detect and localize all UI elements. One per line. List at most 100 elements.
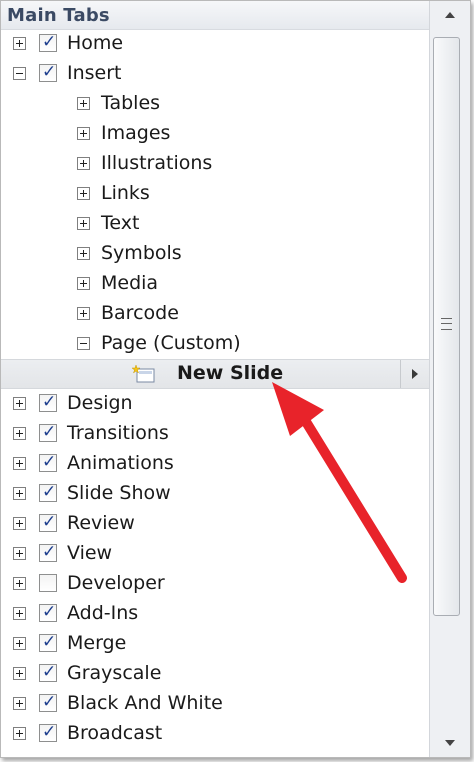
- expand-plus-icon[interactable]: [77, 307, 90, 320]
- checkmark-icon: ✓: [42, 512, 57, 532]
- group-row-media[interactable]: Media: [1, 269, 429, 299]
- expand-plus-icon[interactable]: [77, 217, 90, 230]
- tab-row-add-ins[interactable]: ✓ Add-Ins: [1, 599, 429, 629]
- tab-checkbox[interactable]: ✓: [39, 62, 57, 82]
- group-label: Media: [101, 272, 159, 294]
- ribbon-tree: ✓ Home ✓ Insert Tables Images Illustrations Lin…: [1, 29, 429, 749]
- chevron-right-icon[interactable]: [400, 360, 429, 388]
- group-row-links[interactable]: Links: [1, 179, 429, 209]
- tab-label: Add-Ins: [67, 602, 139, 624]
- scroll-up-arrow-icon[interactable]: [430, 1, 470, 29]
- tab-checkbox[interactable]: [39, 574, 57, 592]
- tab-checkbox[interactable]: ✓: [39, 392, 57, 412]
- tab-row-grayscale[interactable]: ✓ Grayscale: [1, 659, 429, 689]
- tab-checkbox[interactable]: ✓: [39, 692, 57, 712]
- command-label: New Slide: [177, 362, 284, 384]
- scroll-thumb[interactable]: [433, 37, 460, 616]
- collapse-minus-icon[interactable]: [13, 67, 26, 80]
- tab-checkbox[interactable]: ✓: [39, 452, 57, 472]
- scroll-grip-icon: [441, 318, 452, 330]
- tab-checkbox[interactable]: ✓: [39, 662, 57, 682]
- expand-plus-icon[interactable]: [77, 127, 90, 140]
- expand-plus-icon[interactable]: [77, 247, 90, 260]
- group-row-tables[interactable]: Tables: [1, 89, 429, 119]
- group-label: Symbols: [101, 242, 182, 264]
- tab-row-view[interactable]: ✓ View: [1, 539, 429, 569]
- group-row-barcode[interactable]: Barcode: [1, 299, 429, 329]
- tab-label: Broadcast: [67, 722, 163, 744]
- group-label: Illustrations: [101, 152, 213, 174]
- tab-row-insert[interactable]: ✓ Insert: [1, 59, 429, 89]
- checkmark-icon: ✓: [42, 692, 57, 712]
- checkmark-icon: ✓: [42, 62, 57, 82]
- expand-plus-icon[interactable]: [13, 397, 26, 410]
- tab-label: Grayscale: [67, 662, 162, 684]
- tab-label: Design: [67, 392, 133, 414]
- tab-row-slide-show[interactable]: ✓ Slide Show: [1, 479, 429, 509]
- expand-plus-icon[interactable]: [77, 277, 90, 290]
- checkmark-icon: ✓: [42, 542, 57, 562]
- vertical-scrollbar[interactable]: [429, 1, 470, 757]
- main-tabs-header: Main Tabs: [1, 1, 429, 30]
- tab-label: Animations: [67, 452, 174, 474]
- tab-label: Black And White: [67, 692, 223, 714]
- checkmark-icon: ✓: [42, 482, 57, 502]
- scroll-down-arrow-icon[interactable]: [430, 729, 470, 757]
- group-row-images[interactable]: Images: [1, 119, 429, 149]
- checkmark-icon: ✓: [42, 722, 57, 742]
- expand-plus-icon[interactable]: [13, 637, 26, 650]
- header-title: Main Tabs: [7, 5, 110, 26]
- tab-row-black-and-white[interactable]: ✓ Black And White: [1, 689, 429, 719]
- checkmark-icon: ✓: [42, 452, 57, 472]
- tab-checkbox[interactable]: ✓: [39, 632, 57, 652]
- expand-plus-icon[interactable]: [13, 457, 26, 470]
- group-row-text[interactable]: Text: [1, 209, 429, 239]
- checkmark-icon: ✓: [42, 602, 57, 622]
- expand-plus-icon[interactable]: [13, 517, 26, 530]
- tab-label: Review: [67, 512, 135, 534]
- tab-label: Merge: [67, 632, 127, 654]
- expand-plus-icon[interactable]: [13, 427, 26, 440]
- tab-checkbox[interactable]: ✓: [39, 512, 57, 532]
- checkmark-icon: ✓: [42, 632, 57, 652]
- tab-checkbox[interactable]: ✓: [39, 722, 57, 742]
- tab-row-home[interactable]: ✓ Home: [1, 29, 429, 59]
- command-row-new-slide[interactable]: New Slide: [1, 359, 429, 389]
- tab-row-broadcast[interactable]: ✓ Broadcast: [1, 719, 429, 749]
- collapse-minus-icon[interactable]: [77, 337, 90, 350]
- expand-plus-icon[interactable]: [13, 547, 26, 560]
- checkmark-icon: ✓: [42, 662, 57, 682]
- expand-plus-icon[interactable]: [13, 607, 26, 620]
- group-label: Barcode: [101, 302, 179, 324]
- tab-label: View: [67, 542, 113, 564]
- expand-plus-icon[interactable]: [77, 157, 90, 170]
- tab-row-transitions[interactable]: ✓ Transitions: [1, 419, 429, 449]
- tab-row-animations[interactable]: ✓ Animations: [1, 449, 429, 479]
- expand-plus-icon[interactable]: [77, 97, 90, 110]
- group-label: Page (Custom): [101, 332, 241, 354]
- tab-row-developer[interactable]: Developer: [1, 569, 429, 599]
- tab-checkbox[interactable]: ✓: [39, 542, 57, 562]
- expand-plus-icon[interactable]: [13, 697, 26, 710]
- expand-plus-icon[interactable]: [13, 37, 26, 50]
- expand-plus-icon[interactable]: [13, 487, 26, 500]
- tab-row-review[interactable]: ✓ Review: [1, 509, 429, 539]
- tab-label: Slide Show: [67, 482, 171, 504]
- tab-checkbox[interactable]: ✓: [39, 602, 57, 622]
- checkmark-icon: ✓: [42, 392, 57, 412]
- expand-plus-icon[interactable]: [13, 577, 26, 590]
- tab-row-design[interactable]: ✓ Design: [1, 389, 429, 419]
- tab-label: Home: [67, 32, 124, 54]
- tab-checkbox[interactable]: ✓: [39, 422, 57, 442]
- group-row-symbols[interactable]: Symbols: [1, 239, 429, 269]
- group-row-illustrations[interactable]: Illustrations: [1, 149, 429, 179]
- tab-checkbox[interactable]: ✓: [39, 482, 57, 502]
- tab-checkbox[interactable]: ✓: [39, 33, 57, 52]
- group-row-page-custom[interactable]: Page (Custom): [1, 329, 429, 359]
- checkmark-icon: ✓: [42, 422, 57, 442]
- expand-plus-icon[interactable]: [77, 187, 90, 200]
- expand-plus-icon[interactable]: [13, 727, 26, 740]
- tab-row-merge[interactable]: ✓ Merge: [1, 629, 429, 659]
- customize-ribbon-tree-panel: Main Tabs ✓ Home ✓ Insert Tables Images Illust…: [0, 0, 471, 758]
- expand-plus-icon[interactable]: [13, 667, 26, 680]
